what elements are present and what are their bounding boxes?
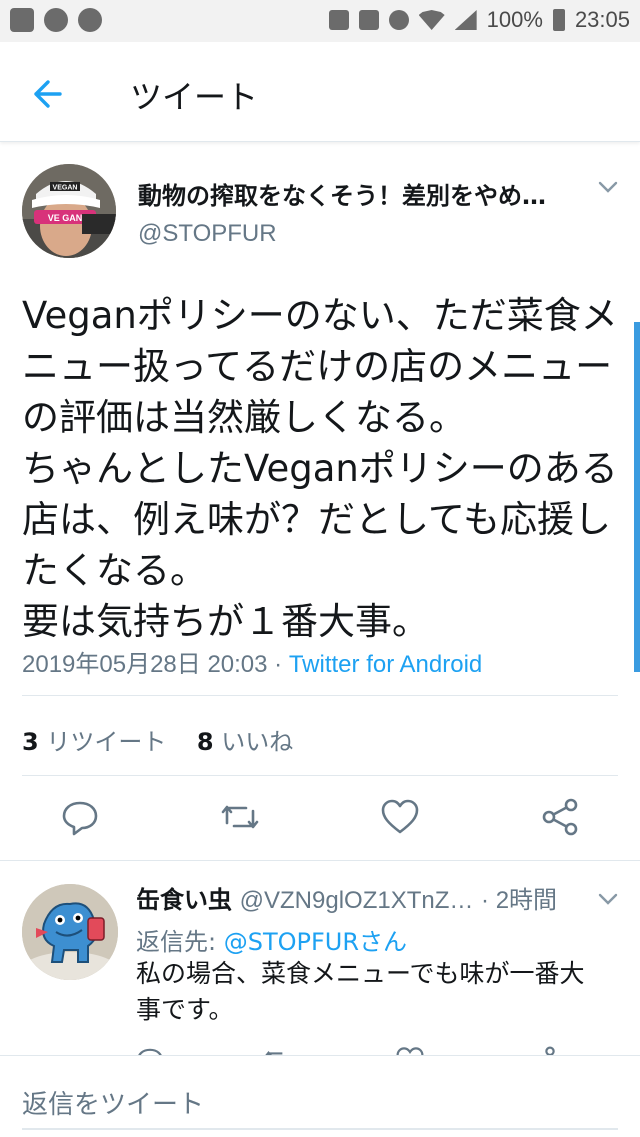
reply-text: 私の場合、菜食メニューでも味が一番大 事です。 — [136, 959, 585, 1024]
chevron-down-icon[interactable] — [598, 892, 618, 906]
reply-author-name[interactable]: 缶食い虫 — [136, 886, 232, 914]
reply-avatar-illustration — [22, 884, 118, 980]
app-notification-icon-2 — [78, 8, 102, 32]
reply-author-handle[interactable]: @VZN9glOZ1XTnZ… — [240, 887, 474, 914]
tweet-source-link[interactable]: Twitter for Android — [289, 651, 482, 678]
avatar-cap-text: VEGAN — [53, 185, 78, 192]
author-name[interactable]: 動物の搾取をなくそう！差別をやめ… — [138, 176, 546, 211]
retweet-count: 3 — [22, 728, 39, 756]
tweet-actions — [0, 795, 640, 845]
chevron-down-icon[interactable] — [598, 180, 618, 194]
page-title: ツイート — [130, 78, 259, 116]
battery-icon — [552, 9, 565, 31]
author-avatar[interactable]: VEGAN VE GAN — [22, 164, 116, 258]
like-heart-icon[interactable] — [378, 795, 422, 839]
reply-author-avatar[interactable] — [22, 884, 118, 980]
app-notification-icon — [44, 8, 68, 32]
like-count: 8 — [196, 728, 214, 756]
scroll-indicator[interactable] — [634, 322, 640, 672]
mute-icon — [358, 10, 379, 30]
retweets-stat[interactable]: 3 リツイート — [22, 728, 166, 756]
reply-header: 缶食い虫 @VZN9glOZ1XTnZ… · 2時間 — [136, 880, 557, 915]
signal-icon — [454, 10, 477, 30]
tweet-meta: 2019年05月28日 20:03 · Twitter for Android — [22, 644, 482, 679]
divider — [22, 775, 618, 776]
tweet-stats: 3 リツイート 8 いいね — [22, 722, 293, 757]
author-handle[interactable]: @STOPFUR — [138, 220, 277, 248]
avatar-mask-text: VE GAN — [48, 213, 83, 223]
compose-underline — [22, 1128, 618, 1130]
app-header: ツイート — [0, 42, 640, 142]
avatar-photo: VEGAN VE GAN — [22, 164, 116, 258]
status-bar: 100% 23:05 — [0, 0, 640, 42]
back-arrow-icon[interactable] — [26, 74, 66, 114]
reply-to-mention[interactable]: @STOPFURさん — [224, 928, 407, 956]
like-label: いいね — [221, 728, 294, 756]
tweet-text: Veganポリシーのない、ただ菜食メ ニュー扱ってるだけの店のメニュー の評価は… — [22, 294, 618, 643]
gallery-notification-icon — [10, 8, 34, 32]
reply-to-line: 返信先: @STOPFURさん — [136, 922, 407, 957]
reply-time: · 2時間 — [481, 887, 558, 914]
divider — [22, 695, 618, 696]
section-divider — [0, 860, 640, 861]
reply-icon[interactable] — [58, 795, 102, 839]
share-icon[interactable] — [538, 795, 582, 839]
alarm-icon — [388, 10, 409, 30]
status-notification-icons — [10, 8, 102, 32]
battery-percent: 100% — [486, 7, 543, 32]
retweet-label: リツイート — [46, 728, 167, 756]
likes-stat[interactable]: 8 いいね — [197, 728, 293, 756]
recycle-icon — [328, 10, 349, 30]
tweet-timestamp: 2019年05月28日 20:03 · — [22, 651, 289, 678]
wifi-icon — [418, 10, 445, 30]
status-system-icons: 100% 23:05 — [328, 7, 630, 33]
reply-to-prefix: 返信先: — [136, 928, 224, 956]
reply-compose-bar[interactable]: 返信をツイート — [0, 1055, 640, 1137]
clock: 23:05 — [574, 7, 630, 32]
retweet-icon[interactable] — [218, 795, 262, 839]
reply-compose-input[interactable]: 返信をツイート — [22, 1084, 204, 1121]
